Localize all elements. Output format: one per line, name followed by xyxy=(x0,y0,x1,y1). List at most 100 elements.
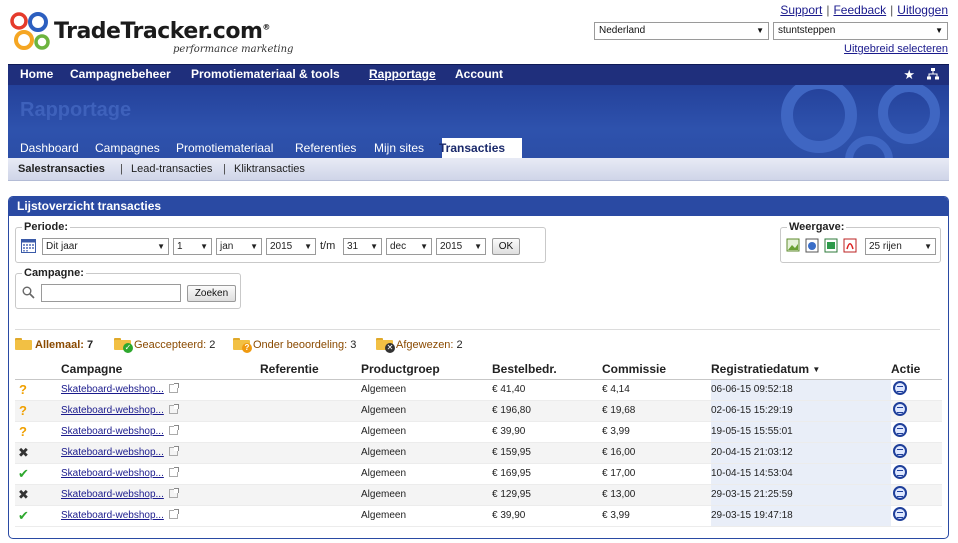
tab-mijn-sites[interactable]: Mijn sites xyxy=(374,141,424,155)
export-html-icon[interactable] xyxy=(805,238,820,253)
external-link-icon[interactable] xyxy=(168,446,179,456)
logout-link[interactable]: Uitloggen xyxy=(897,3,948,17)
from-month-value: jan xyxy=(220,241,234,252)
campagne-link[interactable]: Skateboard-webshop... xyxy=(61,405,164,416)
row-referentie-cell xyxy=(260,463,361,485)
transaction-details-icon[interactable] xyxy=(893,444,907,458)
calendar-icon[interactable] xyxy=(21,238,36,253)
tab-dashboard[interactable]: Dashboard xyxy=(20,141,79,155)
column-header-campagne[interactable]: Campagne xyxy=(61,359,260,380)
status-filter-bar: Allemaal: 7 ✓ Geaccepteerd: 2 ? Onder beoo… xyxy=(15,329,940,353)
row-actie-cell xyxy=(891,484,942,506)
row-productgroep-cell: Algemeen xyxy=(361,400,492,422)
external-link-icon[interactable] xyxy=(168,383,179,393)
campagne-search-input[interactable] xyxy=(41,284,181,302)
transactions-subnav: Salestransacties | Lead-transacties | Kl… xyxy=(8,158,949,181)
table-header-row: Campagne Referentie Productgroep Bestelb… xyxy=(15,359,942,380)
nav-rapportage[interactable]: Rapportage xyxy=(369,67,436,81)
nav-home[interactable]: Home xyxy=(20,67,53,81)
row-actie-cell xyxy=(891,505,942,527)
subnav-salestransacties[interactable]: Salestransacties xyxy=(18,163,105,175)
subnav-lead-transacties[interactable]: Lead-transacties xyxy=(131,163,212,175)
pending-status-icon: ? xyxy=(19,403,27,418)
tab-campagnes[interactable]: Campagnes xyxy=(95,141,160,155)
external-link-icon[interactable] xyxy=(168,488,179,498)
period-ok-button[interactable]: OK xyxy=(492,238,520,255)
row-actie-cell xyxy=(891,442,942,464)
transaction-details-icon[interactable] xyxy=(893,507,907,521)
filter-accepted[interactable]: ✓ Geaccepteerd: 2 xyxy=(114,338,215,353)
column-header-productgroep[interactable]: Productgroep xyxy=(361,359,492,380)
pending-status-icon: ? xyxy=(19,382,27,397)
chevron-down-icon: ▼ xyxy=(200,242,208,251)
transaction-details-icon[interactable] xyxy=(893,423,907,437)
row-referentie-cell xyxy=(260,400,361,422)
nav-account[interactable]: Account xyxy=(455,67,503,81)
subnav-kliktransacties[interactable]: Kliktransacties xyxy=(234,163,305,175)
row-commissie-cell: € 16,00 xyxy=(602,442,711,464)
export-excel-icon[interactable] xyxy=(824,238,839,253)
nav-promotiemateriaal-tools[interactable]: Promotiemateriaal & tools xyxy=(191,67,340,81)
tradetracker-logo[interactable]: TradeTracker.com® performance marketing xyxy=(8,10,298,58)
top-links: Support | Feedback | Uitloggen xyxy=(780,3,948,17)
export-image-icon[interactable] xyxy=(786,238,801,253)
campagne-link[interactable]: Skateboard-webshop... xyxy=(61,510,164,521)
filter-pending-count: 3 xyxy=(350,339,357,351)
column-header-registratiedatum[interactable]: Registratiedatum ▼ xyxy=(711,359,891,380)
campagne-link[interactable]: Skateboard-webshop... xyxy=(61,489,164,500)
to-year-select[interactable]: 2015 ▼ xyxy=(436,238,486,255)
logo-tagline: performance marketing xyxy=(173,44,294,55)
campagne-link[interactable]: Skateboard-webshop... xyxy=(61,426,164,437)
from-year-value: 2015 xyxy=(270,241,293,252)
filter-all[interactable]: Allemaal: 7 xyxy=(15,338,93,351)
site-select[interactable]: stuntsteppen ▼ xyxy=(773,22,948,40)
campagne-link[interactable]: Skateboard-webshop... xyxy=(61,384,164,395)
tab-transacties[interactable]: Transacties xyxy=(439,141,505,155)
campagne-link[interactable]: Skateboard-webshop... xyxy=(61,447,164,458)
external-link-icon[interactable] xyxy=(168,404,179,414)
banner-decoration-icon xyxy=(781,85,940,158)
search-icon xyxy=(22,286,35,299)
support-link[interactable]: Support xyxy=(780,3,822,17)
row-referentie-cell xyxy=(260,484,361,506)
advanced-select-link[interactable]: Uitgebreid selecteren xyxy=(844,43,948,55)
to-day-select[interactable]: 31 ▼ xyxy=(343,238,382,255)
transaction-details-icon[interactable] xyxy=(893,486,907,500)
from-month-select[interactable]: jan ▼ xyxy=(216,238,262,255)
from-year-select[interactable]: 2015 ▼ xyxy=(266,238,316,255)
column-header-referentie[interactable]: Referentie xyxy=(260,359,361,380)
link-separator: | xyxy=(890,3,894,17)
nav-campagnebeheer[interactable]: Campagnebeheer xyxy=(70,67,171,81)
weergave-options: Weergave: 25 rijen ▼ xyxy=(780,221,941,263)
sitemap-icon[interactable] xyxy=(927,68,939,80)
row-commissie-cell: € 17,00 xyxy=(602,463,711,485)
filter-pending[interactable]: ? Onder beoordeling: 3 xyxy=(233,338,357,353)
to-month-select[interactable]: dec ▼ xyxy=(386,238,432,255)
country-select[interactable]: Nederland ▼ xyxy=(594,22,769,40)
transaction-details-icon[interactable] xyxy=(893,465,907,479)
feedback-link[interactable]: Feedback xyxy=(833,3,886,17)
from-day-select[interactable]: 1 ▼ xyxy=(173,238,212,255)
external-link-icon[interactable] xyxy=(168,467,179,477)
transaction-details-icon[interactable] xyxy=(893,402,907,416)
tab-promotiemateriaal[interactable]: Promotiemateriaal xyxy=(176,141,273,155)
export-pdf-icon[interactable] xyxy=(843,238,858,253)
external-link-icon[interactable] xyxy=(168,509,179,519)
column-header-commissie[interactable]: Commissie xyxy=(602,359,711,380)
tab-referenties[interactable]: Referenties xyxy=(295,141,356,155)
external-link-icon[interactable] xyxy=(168,425,179,435)
favorites-star-icon[interactable]: ★ xyxy=(903,67,915,83)
row-bestelbedrag-cell: € 196,80 xyxy=(492,400,602,422)
row-commissie-cell: € 3,99 xyxy=(602,505,711,527)
periode-filter: Periode: Dit jaar ▼ 1 ▼ jan ▼ 2015 ▼ t/m 31 ▼… xyxy=(15,221,546,263)
search-button[interactable]: Zoeken xyxy=(187,285,236,302)
period-preset-select[interactable]: Dit jaar ▼ xyxy=(42,238,169,255)
chevron-down-icon: ▼ xyxy=(474,242,482,251)
rows-per-page-select[interactable]: 25 rijen ▼ xyxy=(865,238,936,255)
to-year-value: 2015 xyxy=(440,241,463,252)
row-referentie-cell xyxy=(260,379,361,401)
column-header-bestelbedrag[interactable]: Bestelbedr. xyxy=(492,359,602,380)
campagne-link[interactable]: Skateboard-webshop... xyxy=(61,468,164,479)
transaction-details-icon[interactable] xyxy=(893,381,907,395)
filter-rejected[interactable]: ✕ Afgewezen: 2 xyxy=(376,338,463,353)
